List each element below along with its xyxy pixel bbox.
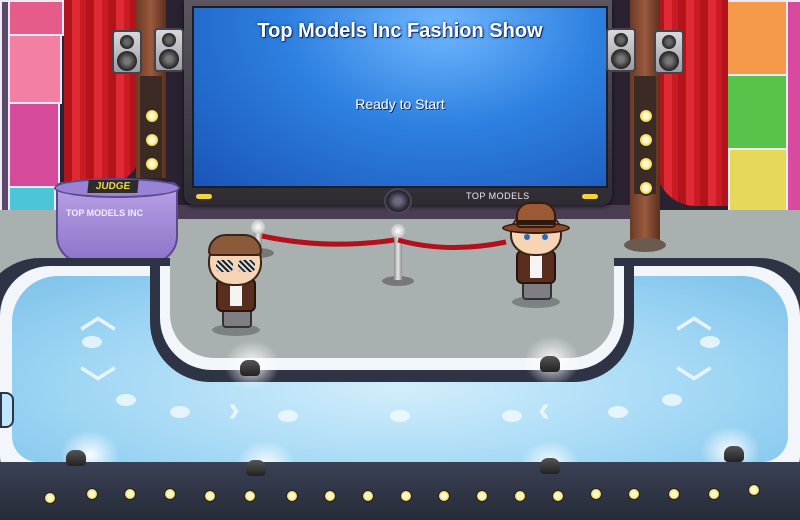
player-avatar-fedora[interactable]	[502, 200, 572, 312]
webcam-icon	[384, 188, 412, 214]
judge-sign: JUDGE	[87, 180, 139, 193]
runway-dot	[502, 410, 522, 422]
runway-dot	[390, 410, 410, 422]
screen-led-left	[196, 194, 212, 199]
light-bulb-icon	[144, 108, 160, 124]
spotlight-icon	[724, 446, 744, 462]
spotlight-icon	[540, 356, 560, 372]
fashion-show-stage: Top Models Inc Fashion Show Ready to Sta…	[0, 0, 800, 520]
side-panel-tab[interactable]	[0, 392, 14, 428]
chevron-up-icon: ︿	[80, 294, 117, 335]
stage-front-edge	[0, 462, 800, 520]
spotlight-icon	[540, 458, 560, 474]
speaker-icon	[654, 30, 684, 74]
light-bulb-icon	[144, 156, 160, 172]
speaker-icon	[606, 28, 636, 72]
light-bulb-icon	[144, 132, 160, 148]
chevron-right-icon: ›	[228, 388, 240, 429]
screen-led-right	[582, 194, 598, 199]
runway-dot	[608, 406, 628, 418]
show-title: Top Models Inc Fashion Show	[257, 20, 543, 42]
judge-table-logo: TOP MODELS INC	[66, 208, 144, 218]
fedora-hat-icon	[502, 200, 570, 234]
chevron-down-left-icon: ﹀	[80, 364, 117, 405]
speaker-icon	[112, 30, 142, 74]
sunglasses-icon	[216, 260, 256, 272]
light-bulb-icon	[638, 156, 654, 172]
runway-dot	[662, 394, 682, 406]
light-bulb-icon	[638, 108, 654, 124]
runway-dot	[82, 336, 102, 348]
spotlight-icon	[240, 360, 260, 376]
spotlight-icon	[66, 450, 86, 466]
runway-dot	[170, 406, 190, 418]
left-curtain	[64, 0, 142, 186]
chevron-up-icon: ︿	[676, 294, 713, 335]
runway-dot	[700, 336, 720, 348]
runway-dot	[116, 394, 136, 406]
show-status: Ready to Start	[355, 96, 445, 112]
spotlight-icon	[246, 460, 266, 476]
light-bulb-icon	[638, 180, 654, 196]
light-bulb-icon	[638, 132, 654, 148]
pillar-base	[624, 238, 666, 252]
chevron-left-icon: ‹	[538, 388, 550, 429]
runway-dot	[278, 410, 298, 422]
player-avatar-glasses[interactable]	[204, 234, 268, 340]
speaker-icon	[154, 28, 184, 72]
